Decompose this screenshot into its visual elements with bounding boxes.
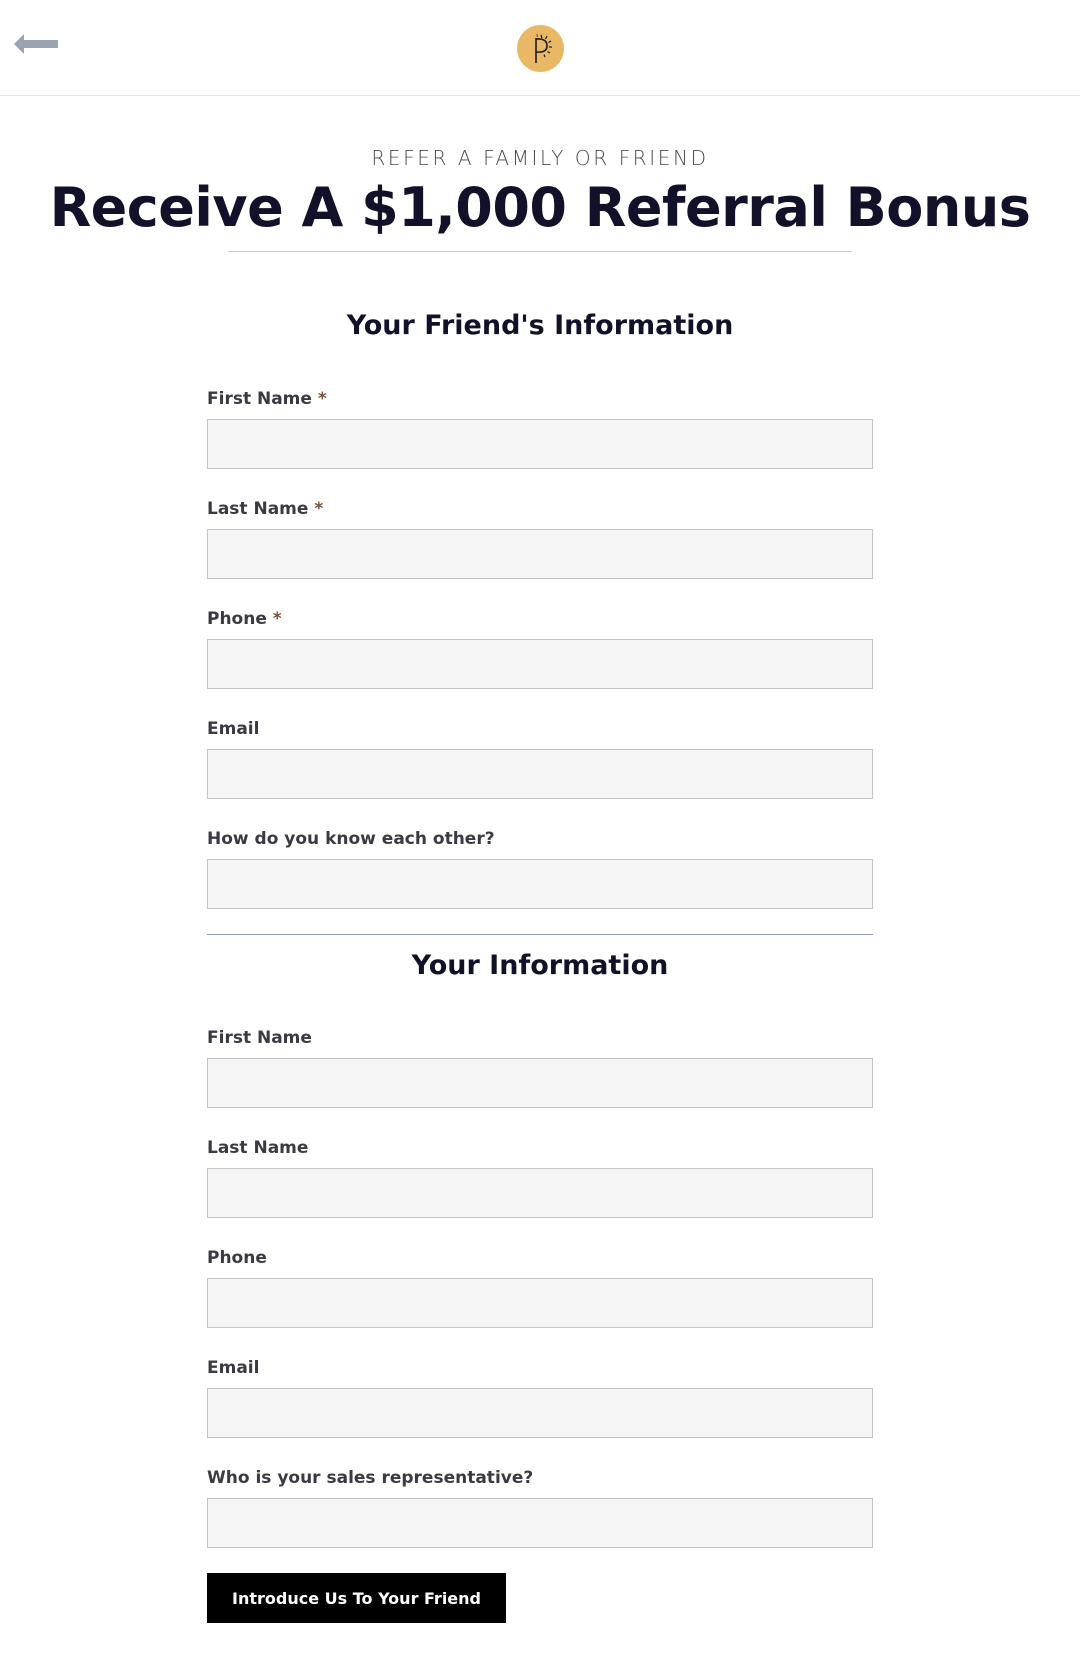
friend-first-name-input[interactable] xyxy=(207,419,873,469)
friend-section-title: Your Friend's Information xyxy=(346,310,734,341)
friend-phone-input[interactable] xyxy=(207,639,873,689)
your-first-name-input[interactable] xyxy=(207,1058,873,1108)
sun-p-logo-icon xyxy=(535,33,552,63)
your-email-input[interactable] xyxy=(207,1388,873,1438)
friend-first-name-label: First Name * xyxy=(207,389,327,409)
friend-phone-label: Phone * xyxy=(207,609,282,629)
top-header xyxy=(0,0,1080,96)
sales-rep-label: Who is your sales representative? xyxy=(207,1468,534,1488)
hero-eyebrow: REFER A FAMILY OR FRIEND xyxy=(371,146,709,170)
your-phone-input[interactable] xyxy=(207,1278,873,1328)
sales-rep-input[interactable] xyxy=(207,1498,873,1548)
friend-email-input[interactable] xyxy=(207,749,873,799)
your-last-name-label: Last Name xyxy=(207,1138,309,1158)
page-title: Receive A $1,000 Referral Bonus xyxy=(49,176,1031,239)
your-phone-label: Phone xyxy=(207,1248,267,1268)
brand-logo[interactable] xyxy=(517,25,564,72)
relationship-input[interactable] xyxy=(207,859,873,909)
section-divider xyxy=(207,934,873,935)
friend-last-name-input[interactable] xyxy=(207,529,873,579)
your-section-title: Your Information xyxy=(411,950,669,981)
your-last-name-input[interactable] xyxy=(207,1168,873,1218)
arrow-left-icon xyxy=(14,34,58,54)
friend-last-name-label: Last Name * xyxy=(207,499,324,519)
your-email-label: Email xyxy=(207,1358,260,1378)
relationship-label: How do you know each other? xyxy=(207,829,495,849)
your-first-name-label: First Name xyxy=(207,1028,312,1048)
title-divider xyxy=(228,251,852,252)
submit-referral-button[interactable]: Introduce Us To Your Friend xyxy=(207,1573,506,1623)
friend-email-label: Email xyxy=(207,719,260,739)
back-button[interactable] xyxy=(12,32,60,56)
